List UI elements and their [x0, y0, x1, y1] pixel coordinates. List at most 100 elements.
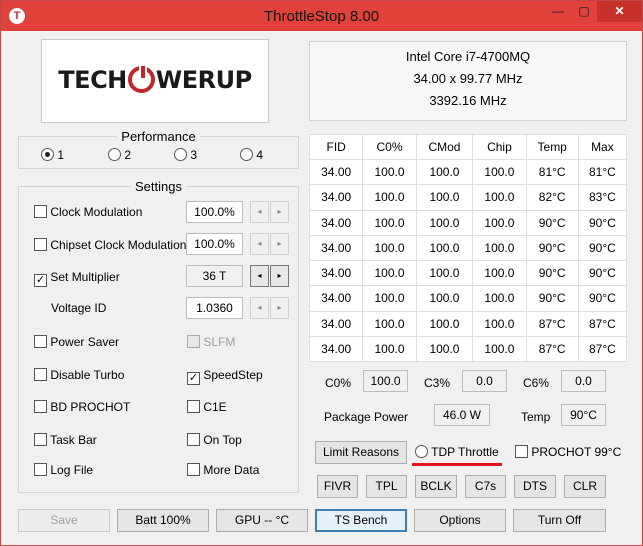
radio-icon[interactable] — [41, 148, 54, 161]
checkbox-icon[interactable] — [34, 433, 47, 446]
temp-value: 90°C — [561, 404, 606, 426]
table-cell: 90°C — [525, 209, 579, 236]
logo-wordmark: TECH WERUP — [58, 64, 252, 94]
radio-icon[interactable] — [240, 148, 253, 161]
cpu-multiplier: 34.00 x 99.77 MHz — [413, 71, 523, 86]
table-cell: 87°C — [525, 310, 579, 337]
table-row: 34.00 100.0 100.0 100.0 90°C 90°C — [308, 285, 628, 312]
table-cell: 100.0 — [415, 310, 474, 337]
table-cell: 34.00 — [308, 234, 364, 262]
table-cell: 100.0 — [472, 234, 527, 262]
clr-button[interactable]: CLR — [564, 475, 606, 498]
bclk-button[interactable]: BCLK — [415, 475, 457, 498]
checkbox-icon[interactable] — [34, 238, 47, 251]
checkbox-icon[interactable] — [187, 400, 200, 413]
spin-right-icon[interactable]: ▸ — [270, 265, 289, 287]
table-cell: 100.0 — [415, 259, 474, 287]
bd-prochot-checkbox[interactable]: BD PROCHOT — [34, 400, 130, 414]
profile-radio-2[interactable]: 2 — [108, 148, 131, 162]
table-header-row: FID C0% CMod Chip Temp Max — [308, 134, 628, 160]
table-cell: 34.00 — [308, 335, 364, 363]
task-bar-checkbox[interactable]: Task Bar — [34, 433, 97, 447]
more-data-checkbox[interactable]: More Data — [187, 463, 259, 477]
power-saver-checkbox[interactable]: Power Saver — [34, 335, 119, 349]
spin-right-icon[interactable]: ▸ — [270, 201, 289, 223]
checkbox-icon[interactable] — [34, 205, 47, 218]
radio-icon[interactable] — [174, 148, 187, 161]
checkbox-icon[interactable] — [34, 368, 47, 381]
chipset-clock-modulation-spinner[interactable]: ◂ ▸ — [250, 233, 291, 255]
table-header: Chip — [472, 134, 527, 160]
performance-title: Performance — [117, 129, 200, 144]
highlight-underline — [412, 463, 502, 466]
checkbox-icon[interactable] — [187, 433, 200, 446]
table-cell: 100.0 — [415, 158, 474, 186]
checkbox-check-icon[interactable]: ✓ — [34, 274, 47, 287]
set-multiplier-spinner[interactable]: ◂ ▸ — [250, 265, 291, 287]
checkbox-icon[interactable] — [34, 463, 47, 476]
slfm-checkbox[interactable]: SLFM — [187, 335, 235, 349]
spin-left-icon[interactable]: ◂ — [250, 297, 269, 319]
log-file-checkbox[interactable]: Log File — [34, 463, 93, 477]
table-cell: 100.0 — [362, 209, 417, 236]
checkbox-icon[interactable] — [187, 463, 200, 476]
spin-left-icon[interactable]: ◂ — [250, 265, 269, 287]
spin-left-icon[interactable]: ◂ — [250, 201, 269, 223]
fivr-button[interactable]: FIVR — [317, 475, 358, 498]
table-cell: 83°C — [577, 184, 628, 211]
table-cell: 100.0 — [362, 285, 417, 312]
checkbox-icon[interactable] — [34, 400, 47, 413]
chipset-clock-modulation-value: 100.0% — [186, 233, 243, 255]
table-cell: 100.0 — [415, 335, 474, 363]
maximize-button[interactable]: ▢ — [571, 1, 597, 22]
voltage-id-value: 1.0360 — [186, 297, 243, 319]
voltage-id-spinner[interactable]: ◂ ▸ — [250, 297, 291, 319]
dts-button[interactable]: DTS — [514, 475, 556, 498]
spin-left-icon[interactable]: ◂ — [250, 233, 269, 255]
radio-icon[interactable] — [108, 148, 121, 161]
on-top-checkbox[interactable]: On Top — [187, 433, 242, 447]
voltage-id-label: Voltage ID — [51, 301, 107, 315]
checkbox-check-icon[interactable]: ✓ — [187, 372, 200, 385]
checkbox-icon[interactable] — [187, 335, 200, 348]
speedstep-checkbox[interactable]: ✓ SpeedStep — [187, 368, 263, 385]
table-cell: 100.0 — [472, 310, 527, 337]
table-cell: 100.0 — [472, 184, 527, 211]
ts-bench-button[interactable]: TS Bench — [315, 509, 407, 532]
gpu-button[interactable]: GPU -- °C — [216, 509, 308, 532]
batt-button[interactable]: Batt 100% — [117, 509, 209, 532]
profile-radio-1[interactable]: 1 — [41, 148, 64, 162]
spin-right-icon[interactable]: ▸ — [270, 297, 289, 319]
table-cell: 100.0 — [362, 184, 417, 211]
indicator-icon — [515, 445, 528, 458]
table-row: 34.00 100.0 100.0 100.0 90°C 90°C — [308, 209, 628, 236]
profile-radio-3[interactable]: 3 — [174, 148, 197, 162]
settings-title: Settings — [131, 179, 186, 194]
c3-label: C3% — [424, 376, 451, 390]
clock-modulation-spinner[interactable]: ◂ ▸ — [250, 201, 291, 223]
turn-off-button[interactable]: Turn Off — [513, 509, 606, 532]
table-cell: 100.0 — [415, 234, 474, 262]
title-bar[interactable]: T ThrottleStop 8.00 — ▢ ✕ — [1, 1, 642, 31]
minimize-button[interactable]: — — [545, 1, 571, 22]
options-button[interactable]: Options — [414, 509, 506, 532]
c7s-button[interactable]: C7s — [465, 475, 506, 498]
limit-reasons-button[interactable]: Limit Reasons — [315, 441, 407, 464]
techpowerup-logo[interactable]: TECH WERUP — [41, 39, 269, 123]
spin-right-icon[interactable]: ▸ — [270, 233, 289, 255]
checkbox-icon[interactable] — [34, 335, 47, 348]
cpu-name: Intel Core i7-4700MQ — [405, 49, 531, 64]
set-multiplier-checkbox[interactable]: ✓ Set Multiplier — [34, 270, 120, 287]
disable-turbo-checkbox[interactable]: Disable Turbo — [34, 368, 124, 382]
profile-radio-4[interactable]: 4 — [240, 148, 263, 162]
tpl-button[interactable]: TPL — [366, 475, 407, 498]
clock-modulation-checkbox[interactable]: Clock Modulation — [34, 205, 142, 219]
table-cell: 90°C — [577, 285, 628, 312]
chipset-clock-modulation-checkbox[interactable]: Chipset Clock Modulation — [34, 238, 186, 252]
table-cell: 100.0 — [472, 285, 527, 312]
throttlestop-window: T ThrottleStop 8.00 — ▢ ✕ TECH WERUP Inte… — [0, 0, 643, 546]
save-button[interactable]: Save — [18, 509, 110, 532]
c1e-checkbox[interactable]: C1E — [187, 400, 227, 414]
close-button[interactable]: ✕ — [597, 1, 642, 22]
table-cell: 100.0 — [472, 335, 527, 363]
